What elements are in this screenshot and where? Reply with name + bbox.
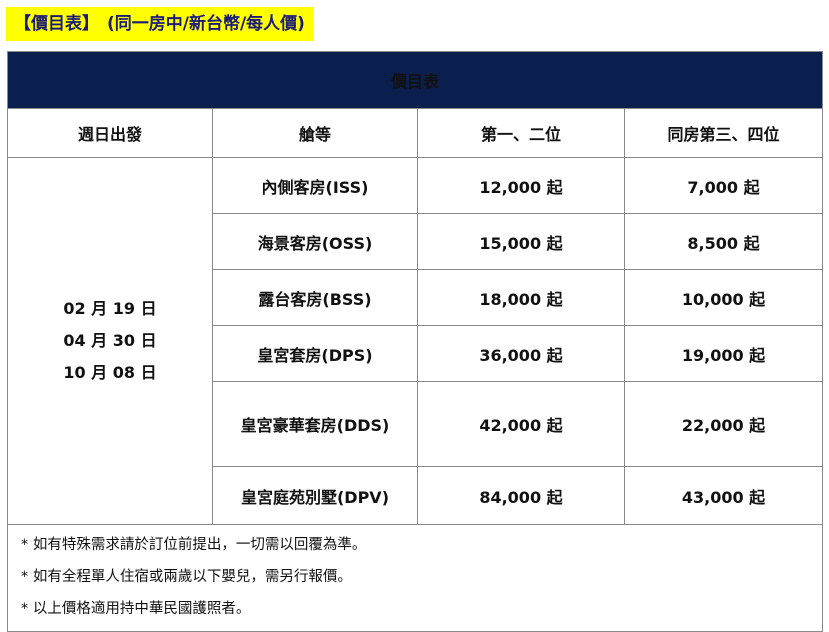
cabin-cell: 皇宮豪華套房(DDS): [212, 381, 418, 467]
table-header-row: 週日出發 艙等 第一、二位 同房第三、四位: [7, 108, 824, 158]
note-item: * 如有特殊需求請於訂位前提出，一切需以回覆為準。: [21, 537, 367, 553]
table-row: 02 月 19 日 04 月 30 日 10 月 08 日 內側客房(ISS) …: [7, 157, 824, 525]
price-3-4-cell: 19,000 起: [623, 325, 824, 382]
notes-row: * 如有特殊需求請於訂位前提出，一切需以回覆為準。 * 如有全程單人住宿或兩歲以…: [6, 524, 824, 632]
cabin-cell: 皇宮庭苑別墅(DPV): [212, 466, 418, 525]
price-3-4-cell: 7,000 起: [623, 157, 824, 214]
price-3-4-cell: 22,000 起: [623, 381, 824, 467]
departure-date: 04 月 30 日: [63, 331, 157, 350]
note-item: * 以上價格適用持中華民國護照者。: [21, 601, 251, 617]
column-header-cabin: 艙等: [212, 108, 418, 158]
price-3-4-cell: 8,500 起: [623, 213, 824, 270]
column-header-departure: 週日出發: [7, 108, 213, 158]
cabin-cell: 海景客房(OSS): [212, 213, 418, 270]
price-1-2-cell: 42,000 起: [417, 381, 625, 467]
departure-date: 10 月 08 日: [63, 363, 157, 382]
departure-date: 02 月 19 日: [63, 299, 157, 318]
price-1-2-cell: 36,000 起: [417, 325, 625, 382]
heading-subtitle: (同一房中/新台幣/每人價): [107, 14, 305, 34]
cabin-cell: 內側客房(ISS): [212, 157, 418, 214]
page-heading: 【價目表】 (同一房中/新台幣/每人價): [6, 7, 313, 41]
notes-cell: * 如有特殊需求請於訂位前提出，一切需以回覆為準。 * 如有全程單人住宿或兩歲以…: [6, 524, 824, 632]
price-3-4-cell: 10,000 起: [623, 269, 824, 326]
price-table: 價目表 週日出發 艙等 第一、二位 同房第三、四位 02 月 19 日 04 月…: [6, 51, 824, 632]
heading-title: 【價目表】: [14, 14, 99, 34]
price-1-2-cell: 18,000 起: [417, 269, 625, 326]
column-header-price-1-2: 第一、二位: [417, 108, 625, 158]
note-item: * 如有全程單人住宿或兩歲以下嬰兒，需另行報價。: [21, 569, 352, 585]
cabin-cell: 露台客房(BSS): [212, 269, 418, 326]
price-1-2-cell: 12,000 起: [417, 157, 625, 214]
table-title: 價目表: [6, 51, 824, 109]
price-3-4-cell: 43,000 起: [623, 466, 824, 525]
price-1-2-cell: 84,000 起: [417, 466, 625, 525]
cabin-cell: 皇宮套房(DPS): [212, 325, 418, 382]
departure-dates-cell: 02 月 19 日 04 月 30 日 10 月 08 日: [7, 157, 213, 525]
column-header-price-3-4: 同房第三、四位: [623, 108, 824, 158]
price-1-2-cell: 15,000 起: [417, 213, 625, 270]
